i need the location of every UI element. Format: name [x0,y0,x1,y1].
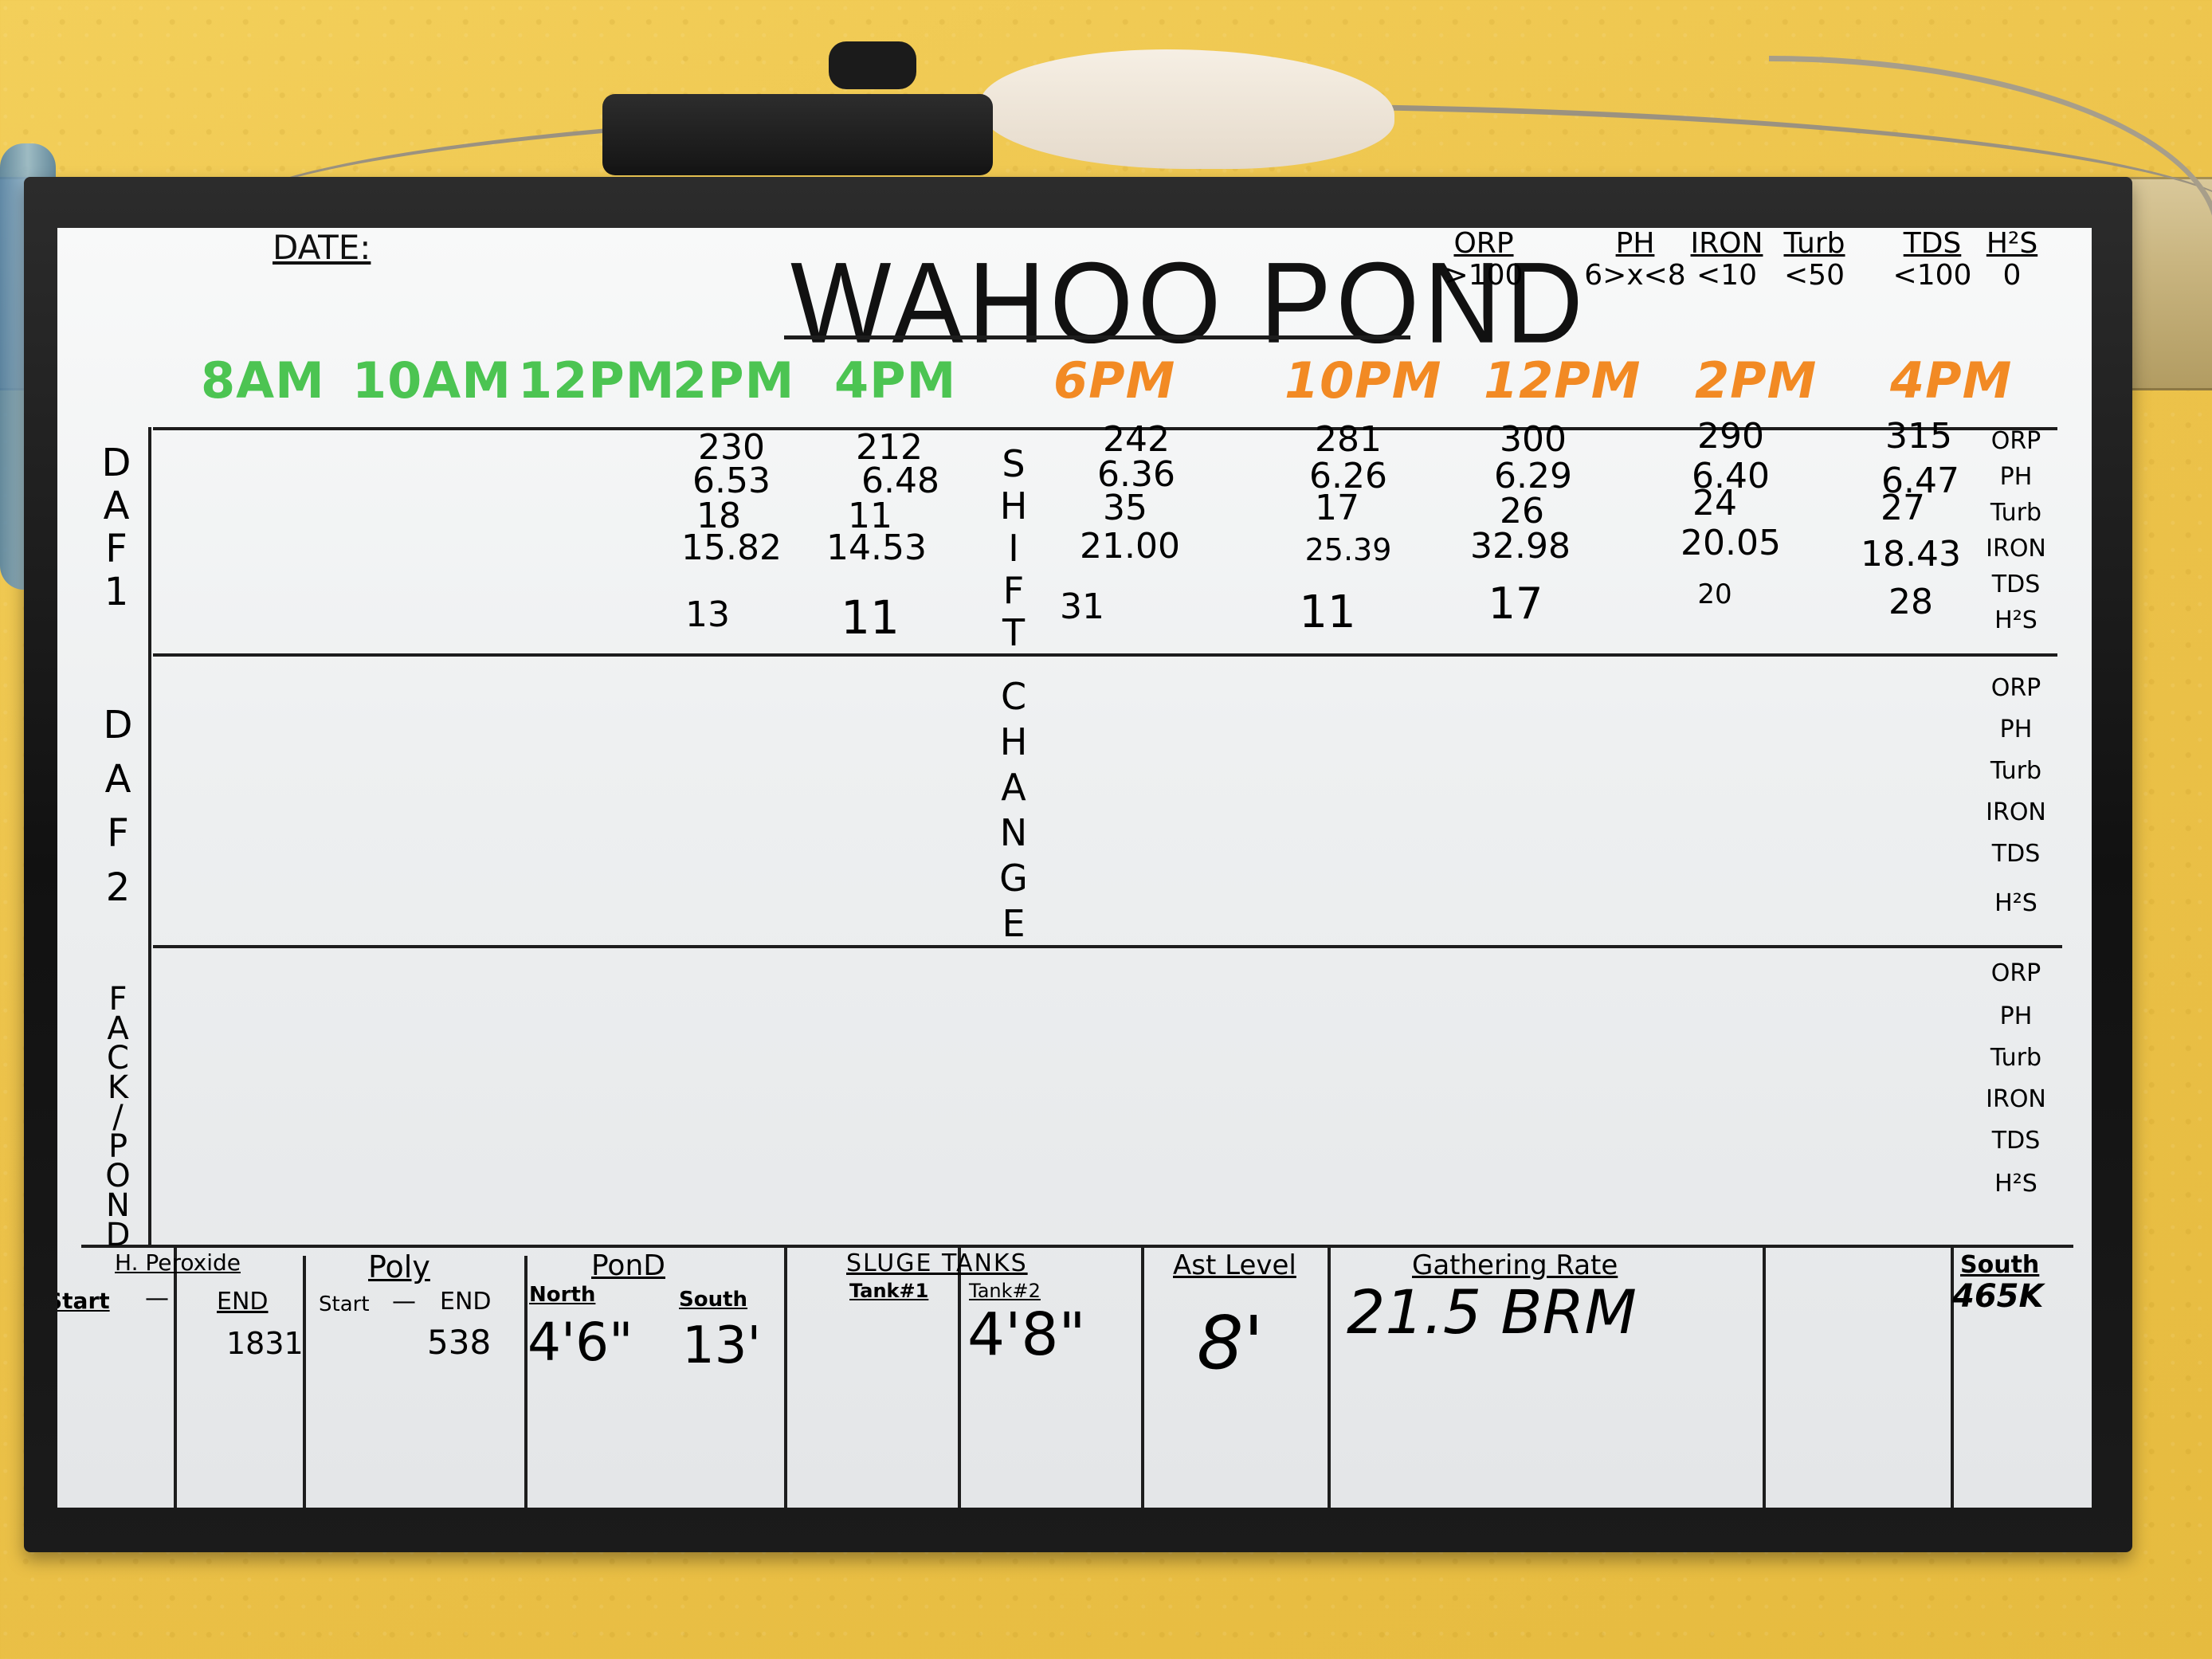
grid-line [1763,1246,1766,1508]
gathering-rate-value: 21.5 BRM [1347,1277,1637,1347]
reading-iron: 20.05 [1681,523,1781,563]
whiteboard: DATE: WAHOO POND ORP >100 PH 6>x<8 IRON … [57,228,2092,1508]
cloth-rag [980,49,1394,169]
time-4pm: 4PM [834,351,957,410]
reading-turb: 17 [1315,488,1359,528]
reading-orp: 300 [1500,419,1567,460]
param-tds-daf2: TDS [1991,840,2041,868]
date-label: DATE: [273,228,371,267]
param-turb-daf2: Turb [1990,757,2042,785]
poly-end: END [440,1288,492,1316]
reading-orp: 281 [1315,419,1382,460]
row-label-daf2: D A F 2 [103,703,133,910]
ast-level-value: 8' [1197,1300,1264,1386]
pond-north-value: 4'6" [528,1312,633,1373]
grid-line [81,1245,2073,1248]
param-h2s-daf2: H²S [1994,889,2037,917]
time-4pm-night: 4PM [1890,351,2013,410]
param-orp-pond: ORP [1990,959,2041,987]
grid-line [1141,1246,1144,1508]
limit-turb: Turb <50 [1783,228,1845,292]
reading-orp: 290 [1697,416,1764,457]
limit-h2s: H²S 0 [1986,228,2038,292]
reading-iron: 15.82 [681,528,782,568]
poly-value: 538 [427,1323,492,1362]
time-10am: 10AM [352,351,512,410]
reading-iron: 25.39 [1304,532,1392,567]
param-ph-daf2: PH [1999,716,2033,743]
row-label-fack-pond: F A C K / P O N D [105,981,131,1253]
row-label-daf1: D A F 1 [101,441,131,614]
poly-start: Start [319,1292,370,1316]
h-peroxide-start: Start [57,1288,110,1314]
reading-turb: 24 [1692,483,1737,524]
time-8am: 8AM [201,351,325,410]
limit-tds: TDS <100 [1892,228,1972,292]
grid-line [958,1246,961,1508]
limit-ph: PH 6>x<8 [1584,228,1686,292]
poly-title: Poly [368,1249,430,1284]
pond-south: South [679,1288,748,1312]
power-adapter [602,94,993,175]
poly-dash: — [392,1288,416,1316]
grid-line [303,1256,306,1508]
reading-h2s: 13 [685,594,730,635]
reading-orp: 315 [1885,416,1952,457]
south-value: 465K [1952,1278,2044,1315]
time-12pm-night: 12PM [1484,351,1641,410]
time-6pm: 6PM [1053,351,1176,410]
param-iron-daf2: IRON [1986,798,2046,826]
sludge-title: SLUGE TANKS [846,1249,1028,1277]
grid-line [784,1246,787,1508]
reading-h2s: 20 [1697,578,1732,610]
h-peroxide-title: H. Peroxide [115,1249,241,1276]
reading-iron: 32.98 [1470,526,1571,567]
reading-h2s: 28 [1888,582,1933,622]
limit-orp: ORP >100 [1444,228,1524,292]
grid-line [153,945,2062,948]
grid-line [153,653,2057,657]
param-h2s-pond: H²S [1994,1170,2037,1198]
grid-line [524,1256,528,1508]
ferrite-bead [829,41,916,89]
grid-line [174,1246,177,1508]
param-tds-pond: TDS [1991,1127,2041,1155]
param-turb-pond: Turb [1990,1044,2042,1072]
param-ph-pond: PH [1999,1002,2033,1030]
sludge-tank2: Tank#2 [969,1280,1041,1302]
time-10pm: 10PM [1284,351,1442,410]
time-12pm: 12PM [518,351,676,410]
reading-iron: 14.53 [826,528,927,568]
h-peroxide-dash: — [145,1284,169,1312]
reading-iron: 21.00 [1080,526,1180,567]
sludge-tank2-value: 4'8" [967,1300,1086,1369]
grid-line [148,427,151,1248]
time-2pm: 2PM [673,351,795,410]
reading-turb: 35 [1103,488,1147,528]
sludge-tank1: Tank#1 [849,1280,929,1302]
param-orp-daf2: ORP [1990,674,2041,702]
reading-turb: 27 [1881,488,1925,528]
limit-iron: IRON <10 [1690,228,1763,292]
reading-h2s: 11 [841,590,900,645]
reading-h2s: 31 [1060,586,1104,627]
title-underline [784,335,1410,339]
h-peroxide-end: END [217,1288,269,1316]
param-iron-pond: IRON [1986,1085,2046,1113]
change-label: C H A N G E [999,675,1028,945]
pond-north: North [529,1283,596,1307]
reading-h2s: 17 [1488,578,1543,629]
h-peroxide-value: 1831 [226,1326,304,1361]
reading-iron: 18.43 [1861,534,1961,575]
south-title: South [1960,1251,2040,1279]
reading-h2s: 11 [1299,586,1356,638]
pond-title: PonD [591,1249,665,1282]
grid-line [1328,1246,1331,1508]
param-turb-daf1: Turb [1990,499,2042,527]
pond-south-value: 13' [682,1316,762,1375]
time-2pm-night: 2PM [1695,351,1818,410]
ast-level-title: Ast Level [1173,1249,1296,1281]
